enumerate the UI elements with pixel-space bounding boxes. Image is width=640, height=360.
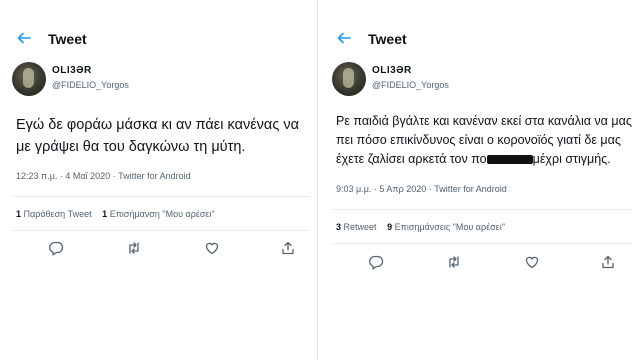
redaction-bar bbox=[486, 155, 533, 165]
reply-icon[interactable] bbox=[48, 240, 64, 256]
tweet-stats: 1 Παράθεση Tweet 1 Επισήμανση "Μου αρέσε… bbox=[16, 208, 215, 220]
tweet-stats: 3 Retweet 9 Επισημάνσεις "Μου αρέσει" bbox=[336, 221, 505, 233]
arrow-left-icon[interactable] bbox=[336, 30, 352, 46]
tweet-text-part: μέχρι στιγμής. bbox=[532, 152, 611, 166]
tweet-header: Tweet bbox=[0, 30, 317, 52]
display-name[interactable]: ΟLI3ƏR bbox=[52, 65, 92, 77]
reply-icon[interactable] bbox=[368, 254, 384, 270]
divider bbox=[12, 196, 309, 197]
author-profile[interactable]: ΟLI3ƏR @FIDELIO_Yorgos bbox=[12, 62, 309, 102]
avatar[interactable] bbox=[12, 62, 46, 96]
tweet-panel-left: Tweet ΟLI3ƏR @FIDELIO_Yorgos Εγώ δε φορά… bbox=[0, 0, 318, 360]
page-title: Tweet bbox=[368, 31, 407, 47]
tweet-actions bbox=[336, 254, 624, 274]
page-title: Tweet bbox=[48, 31, 87, 47]
tweet-meta: 9:03 μ.μ. · 5 Απρ 2020 · Twitter for And… bbox=[336, 184, 507, 194]
tweet-meta: 12:23 π.μ. · 4 Μαΐ 2020 · Twitter for An… bbox=[16, 171, 191, 181]
tweet-actions bbox=[16, 240, 301, 260]
author-profile[interactable]: ΟLI3ƏR @FIDELIO_Yorgos bbox=[332, 62, 632, 102]
stat-quote-tweets[interactable]: 1 Παράθεση Tweet bbox=[16, 209, 92, 219]
user-handle[interactable]: @FIDELIO_Yorgos bbox=[372, 79, 449, 91]
user-handle[interactable]: @FIDELIO_Yorgos bbox=[52, 79, 129, 91]
retweet-icon[interactable] bbox=[446, 254, 462, 270]
stat-retweets[interactable]: 3 Retweet bbox=[336, 222, 377, 232]
like-icon[interactable] bbox=[204, 240, 220, 256]
tweet-text: Ρε παιδιά βγάλτε και κανέναν εκεί στα κα… bbox=[336, 112, 634, 169]
share-icon[interactable] bbox=[600, 254, 616, 270]
tweet-text: Εγώ δε φοράω μάσκα κι αν πάει κανένας να… bbox=[16, 117, 299, 155]
display-name[interactable]: ΟLI3ƏR bbox=[372, 65, 412, 77]
stat-likes[interactable]: 1 Επισήμανση "Μου αρέσει" bbox=[102, 209, 214, 219]
divider bbox=[332, 209, 632, 210]
tweet-header: Tweet bbox=[320, 30, 640, 52]
retweet-icon[interactable] bbox=[126, 240, 142, 256]
divider bbox=[12, 230, 309, 231]
divider bbox=[332, 243, 632, 244]
tweet-panel-right: Tweet ΟLI3ƏR @FIDELIO_Yorgos Ρε παιδιά β… bbox=[320, 0, 640, 360]
avatar[interactable] bbox=[332, 62, 366, 96]
arrow-left-icon[interactable] bbox=[16, 30, 32, 46]
like-icon[interactable] bbox=[524, 254, 540, 270]
stat-likes[interactable]: 9 Επισημάνσεις "Μου αρέσει" bbox=[387, 222, 505, 232]
share-icon[interactable] bbox=[280, 240, 296, 256]
